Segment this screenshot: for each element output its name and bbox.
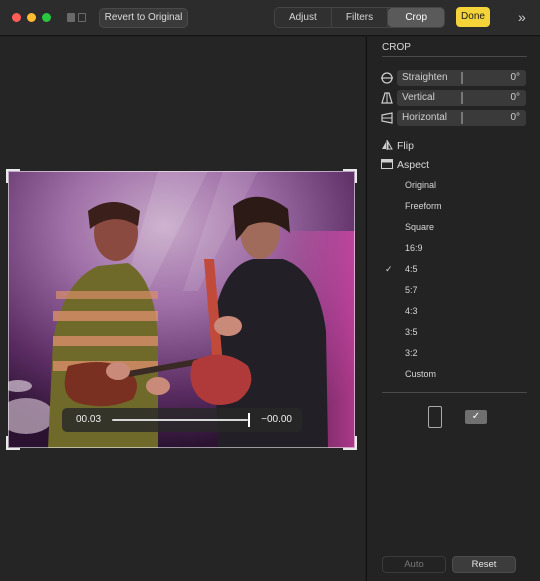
dial-right-value: −00.00: [261, 414, 292, 425]
tab-adjust[interactable]: Adjust: [275, 8, 332, 27]
aspect-option-3-2[interactable]: 3:2: [405, 348, 418, 358]
straighten-icon: [381, 72, 393, 84]
crop-handle-top-right[interactable]: [343, 169, 357, 183]
aspect-option-freeform[interactable]: Freeform: [405, 201, 442, 211]
concert-photo-image: [8, 171, 355, 448]
vertical-label: Vertical: [402, 92, 435, 103]
aspect-option-5-7[interactable]: 5:7: [405, 285, 418, 295]
horizontal-perspective-icon: [381, 112, 393, 124]
auto-button[interactable]: Auto: [382, 556, 446, 573]
portrait-orientation-button[interactable]: [428, 406, 442, 428]
aspect-section: Aspect: [381, 159, 429, 171]
vertical-slider[interactable]: Vertical 0°: [381, 90, 526, 106]
crop-handle-top-left[interactable]: [6, 169, 20, 183]
revert-to-original-button[interactable]: Revert to Original: [99, 8, 188, 28]
crop-handle-bottom-left[interactable]: [6, 436, 20, 450]
flip-icon: [382, 140, 393, 150]
horizontal-slider[interactable]: Horizontal 0°: [381, 110, 526, 126]
straighten-value: 0°: [510, 72, 520, 83]
checkmark-icon: ✓: [385, 264, 393, 274]
straighten-slider[interactable]: Straighten 0°: [381, 70, 526, 86]
aspect-option-16-9[interactable]: 16:9: [405, 243, 423, 253]
divider: [382, 392, 527, 393]
dial-track[interactable]: [112, 419, 248, 421]
aspect-icon: [381, 159, 393, 169]
flip-label: Flip: [397, 140, 414, 152]
compare-view-icon[interactable]: [67, 12, 89, 23]
zoom-window-button[interactable]: [42, 13, 51, 22]
dial-left-value: 00.03: [76, 414, 102, 425]
horizontal-label: Horizontal: [402, 112, 448, 123]
aspect-option-custom[interactable]: Custom: [405, 369, 436, 379]
crop-panel: CROP Straighten 0° Vertical 0° Horizonta…: [366, 37, 540, 581]
tab-crop[interactable]: Crop: [388, 8, 445, 27]
reset-button[interactable]: Reset: [452, 556, 516, 573]
close-window-button[interactable]: [12, 13, 21, 22]
vertical-value: 0°: [510, 92, 520, 103]
horizontal-value: 0°: [510, 112, 520, 123]
landscape-orientation-button[interactable]: ✓: [465, 410, 487, 424]
flip-button[interactable]: Flip: [381, 140, 414, 152]
crop-header: CROP: [382, 42, 411, 53]
aspect-option-4-3[interactable]: 4:3: [405, 306, 418, 316]
straighten-label: Straighten: [402, 72, 448, 83]
aspect-option-3-5[interactable]: 3:5: [405, 327, 418, 337]
dial-thumb[interactable]: [248, 413, 250, 427]
photo-preview[interactable]: [8, 171, 355, 448]
vertical-perspective-icon: [381, 92, 393, 104]
tab-filters[interactable]: Filters: [332, 8, 389, 27]
chevron-double-right-icon[interactable]: »: [518, 9, 532, 25]
straighten-dial[interactable]: 00.03 −00.00: [62, 408, 302, 432]
aspect-option-original[interactable]: Original: [405, 180, 436, 190]
aspect-option-square[interactable]: Square: [405, 222, 434, 232]
toolbar: Revert to Original Adjust Filters Crop D…: [0, 0, 540, 36]
crop-handle-bottom-right[interactable]: [343, 436, 357, 450]
divider: [382, 56, 527, 57]
edit-mode-segmented-control: Adjust Filters Crop: [274, 7, 445, 28]
minimize-window-button[interactable]: [27, 13, 36, 22]
done-button[interactable]: Done: [456, 7, 490, 27]
aspect-label: Aspect: [397, 159, 430, 171]
aspect-option-4-5[interactable]: 4:5: [405, 264, 418, 274]
